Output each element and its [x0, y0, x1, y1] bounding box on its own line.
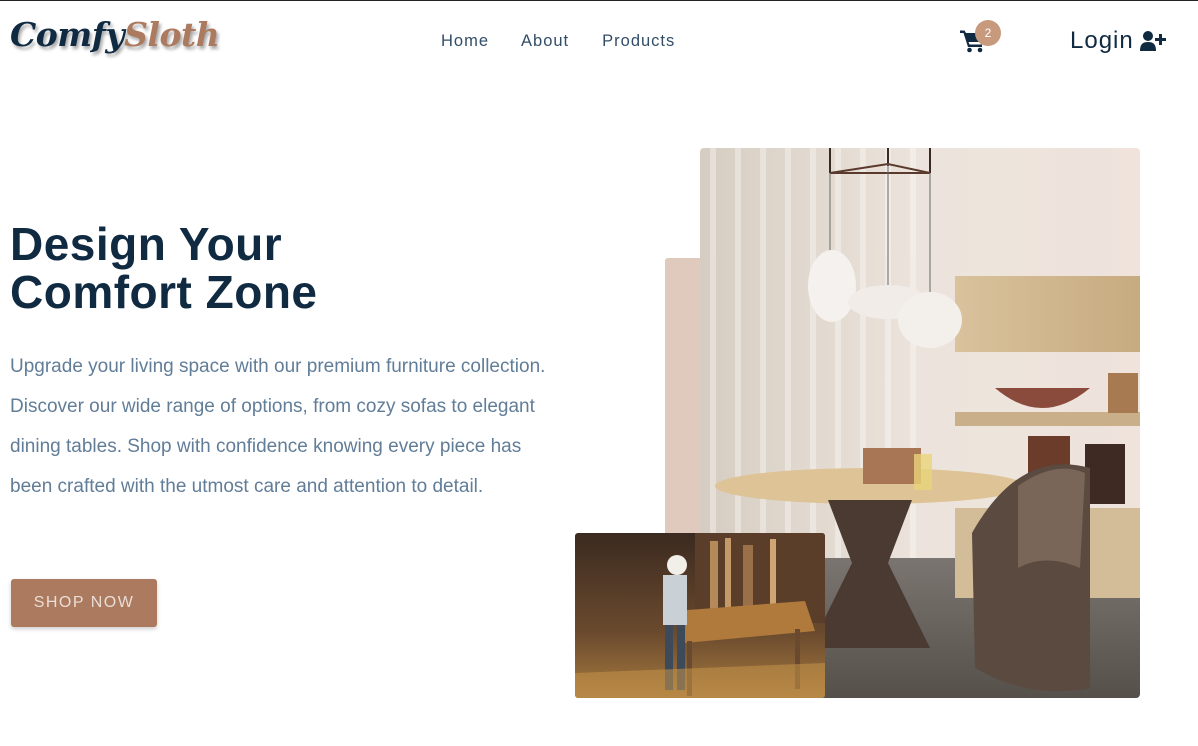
user-plus-icon — [1139, 31, 1166, 51]
nav-link-home[interactable]: Home — [441, 32, 489, 51]
hero-title: Design Your Comfort Zone — [10, 220, 510, 316]
logo-part-comfy: Comfy — [10, 15, 125, 54]
cart-count-badge: 2 — [975, 20, 1001, 46]
nav-link-about[interactable]: About — [521, 32, 569, 51]
nav-link-products[interactable]: Products — [602, 32, 675, 51]
hero-title-line-1: Design Your — [10, 218, 283, 270]
nav-links: Home About Products — [441, 32, 707, 51]
logo-part-sloth: Sloth — [124, 15, 220, 54]
navbar: ComfySloth Home About Products 2 Login — [0, 1, 1198, 81]
login-label: Login — [1070, 27, 1134, 54]
shop-now-button[interactable]: SHOP NOW — [11, 579, 157, 627]
decorative-accent-bar — [665, 258, 705, 543]
hero-description: Upgrade your living space with our premi… — [10, 356, 546, 497]
hero-accent-image — [575, 533, 825, 698]
cart-button[interactable]: 2 — [960, 20, 1001, 59]
hero-title-line-2: Comfort Zone — [10, 266, 318, 318]
logo[interactable]: ComfySloth — [10, 15, 220, 54]
login-button[interactable]: Login — [1070, 27, 1166, 55]
